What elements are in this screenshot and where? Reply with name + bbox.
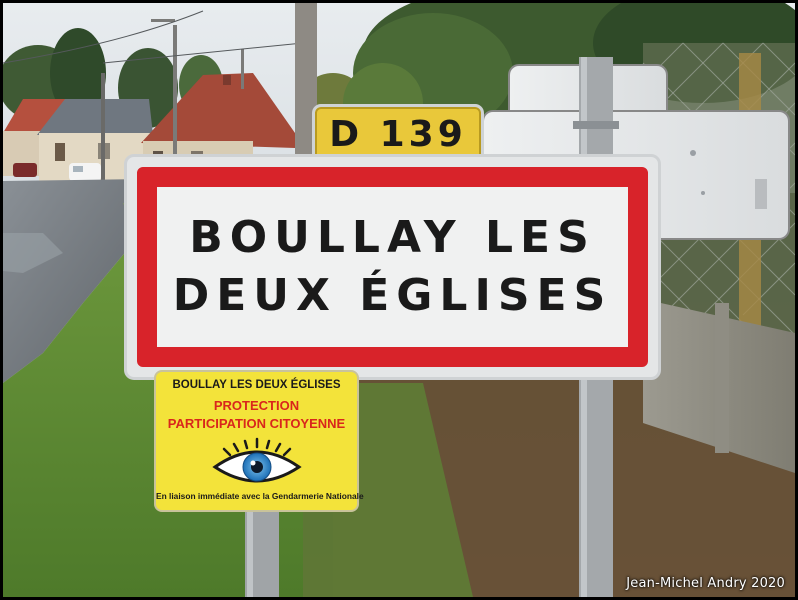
photo: D 139 BOULLAY LES DEUX ÉGLISES BOULLAY L… — [3, 3, 795, 597]
town-name-line-2: DEUX ÉGLISES — [172, 270, 613, 321]
photo-credit: Jean-Michel Andry 2020 — [626, 576, 785, 591]
notice-town: BOULLAY LES DEUX ÉGLISES — [172, 379, 341, 391]
photo-frame: D 139 BOULLAY LES DEUX ÉGLISES BOULLAY L… — [0, 0, 798, 600]
route-number: D 139 — [329, 113, 467, 155]
wall-post — [715, 303, 729, 453]
town-sign-border: BOULLAY LES DEUX ÉGLISES — [137, 167, 648, 367]
town-entry-sign: BOULLAY LES DEUX ÉGLISES — [124, 154, 661, 380]
notice-line-2: PARTICIPATION CITOYENNE — [167, 416, 346, 431]
eye-icon — [209, 435, 305, 487]
citizen-participation-sign: BOULLAY LES DEUX ÉGLISES PROTECTION PART… — [154, 370, 364, 512]
notice-footer: En liaison immédiate avec la Gendarmerie… — [156, 491, 364, 501]
town-name-line-1: BOULLAY LES — [189, 212, 596, 263]
notice-line-1: PROTECTION — [213, 398, 300, 413]
